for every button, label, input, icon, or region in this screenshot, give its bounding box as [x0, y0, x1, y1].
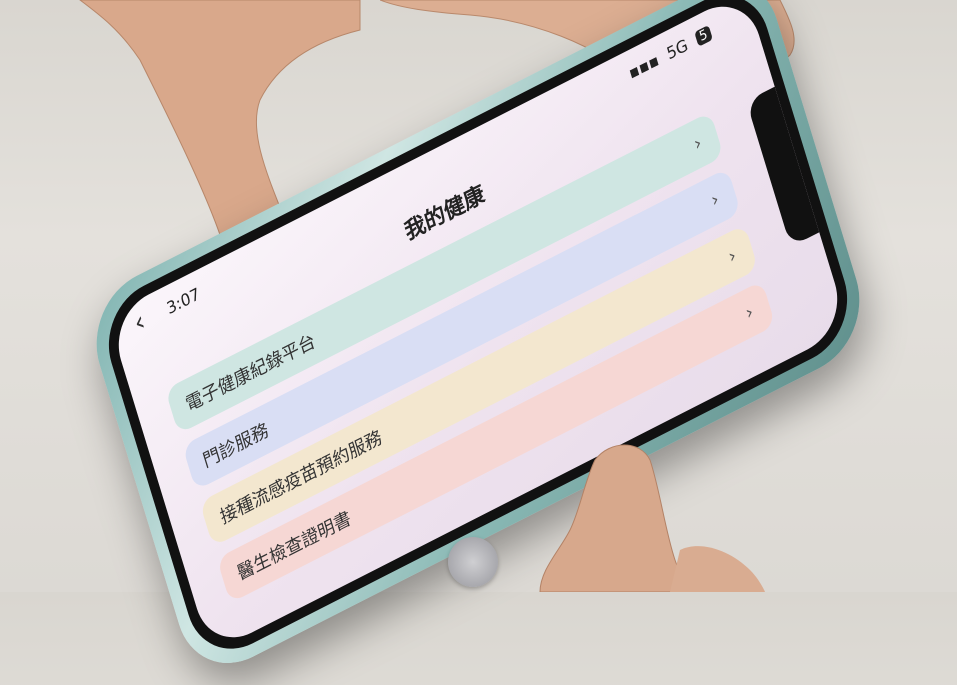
status-time: 3:07 — [164, 283, 203, 319]
right-hand-bottom — [539, 444, 765, 592]
chevron-right-icon: › — [725, 244, 739, 269]
chevron-right-icon: › — [743, 300, 756, 325]
signal-icon: ▪▪▪ — [626, 49, 662, 83]
back-chevron-icon[interactable]: ‹ — [131, 306, 149, 340]
chevron-right-icon: › — [708, 188, 722, 212]
battery-icon: 5 — [693, 24, 713, 47]
menu-item-label: 門診服務 — [200, 419, 271, 473]
chevron-right-icon: › — [691, 131, 705, 156]
network-label: 5G — [664, 34, 691, 64]
assistive-touch-button[interactable] — [448, 537, 498, 587]
